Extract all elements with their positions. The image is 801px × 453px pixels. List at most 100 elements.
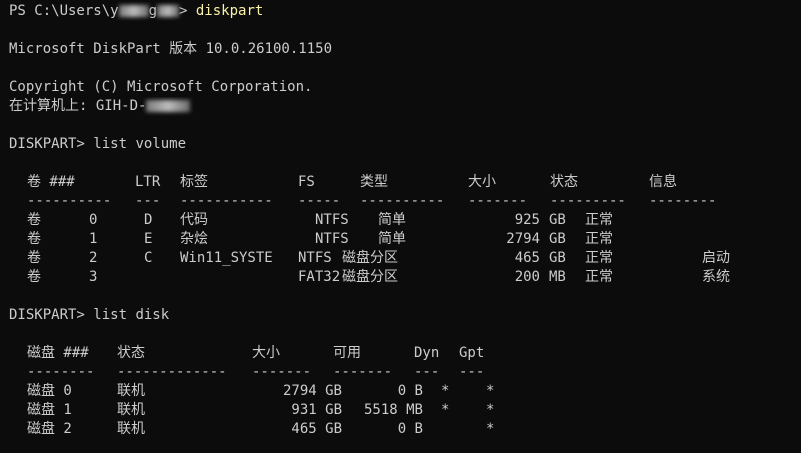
gpt-col-header: Gpt <box>459 345 485 361</box>
list-volume-command: list volume <box>93 136 187 152</box>
separator: --- <box>135 193 161 209</box>
disk-row: 磁盘 2 联机 465 GB 0 B * <box>9 420 801 439</box>
disk-id: 磁盘 1 <box>27 402 72 418</box>
status-col-header: 状态 <box>550 174 578 190</box>
vol-status: 正常 <box>585 269 613 285</box>
disk-gpt: * <box>486 421 495 437</box>
disk-header-row: 磁盘 ### 状态 大小 可用 Dyn Gpt <box>9 344 801 363</box>
vol-type: 磁盘分区 <box>342 250 398 266</box>
vol-letter: D <box>144 212 153 228</box>
vol-size-unit: GB <box>549 250 566 266</box>
info-col-header: 信息 <box>649 174 677 190</box>
separator: --- <box>414 364 440 380</box>
disk-col-header: 磁盘 ### <box>27 345 89 361</box>
copyright-line: Copyright (C) Microsoft Corporation. <box>9 79 313 95</box>
vol-number: 3 <box>89 269 98 285</box>
vol-number: 2 <box>89 250 98 266</box>
terminal-window[interactable]: PS C:\Users\y g > diskpart Microsoft DiskP… <box>0 0 801 453</box>
separator: ---------- <box>360 193 445 209</box>
disk-size: 931 GB <box>291 402 342 418</box>
vol-number: 0 <box>89 212 98 228</box>
vol-info: 系统 <box>702 269 730 285</box>
separator: ------- <box>333 364 393 380</box>
vol-size: 925 <box>514 212 540 228</box>
prompt-prefix: PS C:\Users\y <box>9 3 119 19</box>
vol-prefix: 卷 <box>27 231 41 247</box>
disk-free: 5518 MB <box>363 402 423 418</box>
computer-line: 在计算机上: GIH-D- <box>9 97 801 116</box>
vol-fs: NTFS <box>315 231 349 247</box>
vol-type: 磁盘分区 <box>342 269 398 285</box>
vol-label: 代码 <box>180 212 208 228</box>
disk-dyn: * <box>441 402 450 418</box>
list-disk-command: list disk <box>93 307 170 323</box>
separator: ----------- <box>180 193 273 209</box>
disk-id: 磁盘 0 <box>27 383 72 399</box>
disk-separator-row: -------- ------------- ------- ------- -… <box>9 363 801 382</box>
prompt-user-tail: g <box>148 3 158 19</box>
free-col-header: 可用 <box>333 345 361 361</box>
vol-size: 465 <box>514 250 540 266</box>
fs-col-header: FS <box>298 174 315 190</box>
vol-prefix: 卷 <box>27 212 41 228</box>
volume-row: 卷 3 FAT32 磁盘分区 200 MB 正常 系统 <box>9 268 801 287</box>
disk-status: 联机 <box>117 383 145 399</box>
separator: ----- <box>298 193 341 209</box>
powershell-prompt-line: PS C:\Users\y g > diskpart <box>9 2 801 21</box>
separator: ------- <box>252 364 312 380</box>
separator: ------- <box>468 193 528 209</box>
disk-size: 2794 GB <box>282 383 342 399</box>
disk-dyn: * <box>441 383 450 399</box>
volume-row: 卷 2 C Win11_SYSTE NTFS 磁盘分区 465 GB 正常 启动 <box>9 249 801 268</box>
type-col-header: 类型 <box>360 174 388 190</box>
ltr-col-header: LTR <box>135 174 161 190</box>
vol-size: 200 <box>514 269 540 285</box>
vol-status: 正常 <box>585 250 613 266</box>
diskpart-prompt: DISKPART> <box>9 307 94 323</box>
volume-row: 卷 1 E 杂烩 NTFS 简单 2794 GB 正常 <box>9 230 801 249</box>
vol-prefix: 卷 <box>27 269 41 285</box>
disk-free: 0 B <box>397 383 423 399</box>
vol-fs: NTFS <box>315 212 349 228</box>
vol-type: 简单 <box>378 212 406 228</box>
disk-row: 磁盘 1 联机 931 GB 5518 MB * * <box>9 401 801 420</box>
vol-size-unit: GB <box>549 231 566 247</box>
disk-row: 磁盘 0 联机 2794 GB 0 B * * <box>9 382 801 401</box>
separator: ------------- <box>117 364 227 380</box>
vol-number: 1 <box>89 231 98 247</box>
size-col-header: 大小 <box>468 174 496 190</box>
prompt-command: diskpart <box>195 3 264 19</box>
disk-status: 联机 <box>117 421 145 437</box>
vol-status: 正常 <box>585 212 613 228</box>
diskpart-prompt-disk: DISKPART> list disk <box>9 306 801 325</box>
disk-table: 磁盘 ### 状态 大小 可用 Dyn Gpt -------- -------… <box>9 344 801 439</box>
separator: -------- <box>649 193 717 209</box>
diskpart-version: Microsoft DiskPart 版本 10.0.26100.1150 <box>9 41 333 57</box>
dyn-col-header: Dyn <box>414 345 440 361</box>
disk-free: 0 B <box>397 421 423 437</box>
disk-size: 465 GB <box>291 421 342 437</box>
vol-fs: NTFS <box>298 250 332 266</box>
label-col-header: 标签 <box>180 174 208 190</box>
computer-label: 在计算机上: GIH-D- <box>9 98 147 114</box>
vol-status: 正常 <box>585 231 613 247</box>
diskpart-prompt-volume: DISKPART> list volume <box>9 135 801 154</box>
vol-size-unit: MB <box>549 269 566 285</box>
separator: --- <box>459 364 485 380</box>
vol-col-header: 卷 ### <box>27 174 75 190</box>
vol-size-unit: GB <box>549 212 566 228</box>
volume-separator-row: ---------- --- ----------- ----- -------… <box>9 192 801 211</box>
vol-letter: E <box>144 231 153 247</box>
redacted-username-2 <box>157 5 180 17</box>
redacted-computer-name <box>146 100 191 112</box>
separator: ---------- <box>27 193 112 209</box>
vol-label: Win11_SYSTE <box>180 250 273 266</box>
disk-id: 磁盘 2 <box>27 421 72 437</box>
vol-type: 简单 <box>378 231 406 247</box>
size-col-header: 大小 <box>252 345 280 361</box>
vol-letter: C <box>144 250 153 266</box>
volume-header-row: 卷 ### LTR 标签 FS 类型 大小 状态 信息 <box>9 173 801 192</box>
vol-size: 2794 <box>506 231 540 247</box>
disk-status: 联机 <box>117 402 145 418</box>
disk-gpt: * <box>486 402 495 418</box>
